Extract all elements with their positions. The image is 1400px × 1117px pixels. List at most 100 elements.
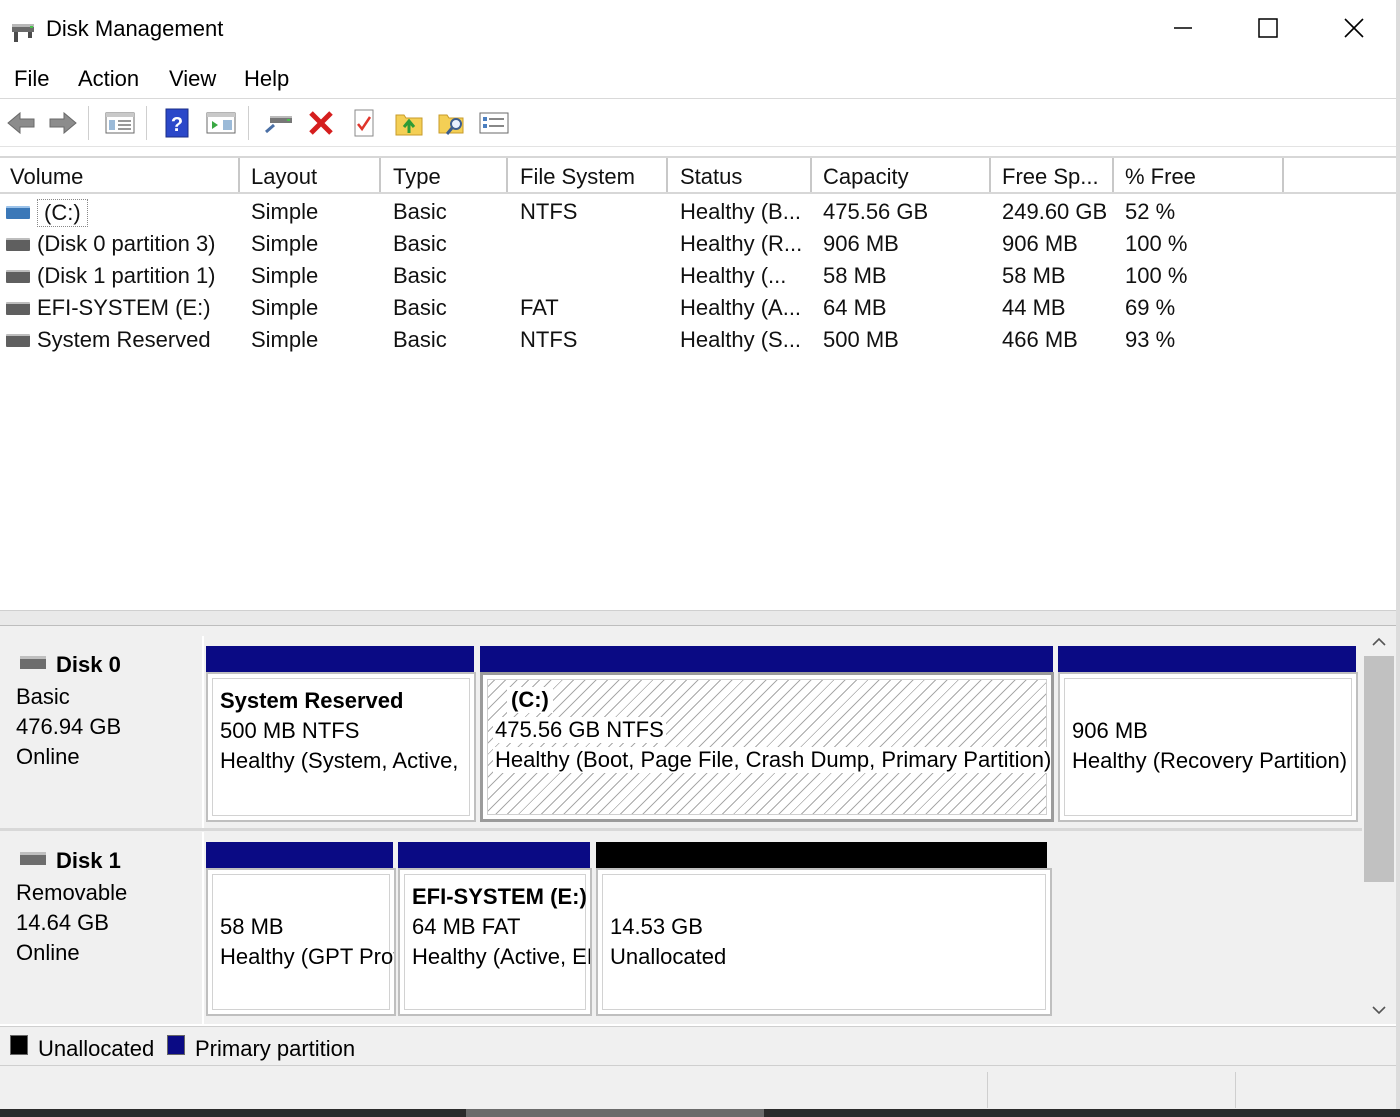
percent-free-cell: 100 % (1125, 263, 1188, 288)
settings-list-button[interactable] (477, 106, 511, 140)
legend-label: Unallocated (38, 1036, 155, 1061)
column-header-layout[interactable]: Layout (251, 164, 317, 190)
maximize-button[interactable] (1225, 0, 1311, 56)
menu-help[interactable]: Help (244, 66, 289, 92)
layout-cell: Simple (251, 295, 319, 320)
disk-management-app-icon (10, 16, 38, 44)
partition-size: 906 MB (1072, 718, 1148, 743)
capacity-cell: 500 MB (823, 327, 899, 352)
table-row[interactable]: System Reserved Simple Basic NTFS Health… (0, 324, 1396, 356)
disk-size: 14.64 GB (16, 910, 109, 935)
status-separator (1235, 1072, 1236, 1108)
free-space-cell: 58 MB (1002, 263, 1066, 288)
horizontal-scrollbar[interactable] (0, 1109, 1400, 1117)
disk-type: Removable (16, 880, 128, 905)
volume-name: (C:) (37, 199, 88, 227)
partition-gpt-protective[interactable]: 58 MB Healthy (GPT Protective Partition) (206, 868, 396, 1016)
type-cell: Basic (393, 327, 447, 352)
table-row[interactable]: (C:) Simple Basic NTFS Healthy (B... 475… (0, 196, 1396, 228)
column-divider[interactable] (1282, 158, 1284, 192)
up-folder-button[interactable] (392, 106, 426, 140)
column-header-percent-free[interactable]: % Free (1125, 164, 1196, 190)
legend-label: Primary partition (195, 1036, 356, 1061)
settings-list-icon (479, 112, 509, 134)
percent-free-cell: 69 % (1125, 295, 1176, 320)
partition-c-drive[interactable]: (C:) 475.56 GB NTFS Healthy (Boot, Page … (480, 672, 1054, 822)
partition-color-bar (398, 842, 590, 868)
scrollbar-thumb[interactable] (466, 1109, 764, 1117)
disk-0-info[interactable]: Disk 0 Basic 476.94 GB Online (0, 636, 204, 828)
scroll-up-icon[interactable] (1362, 630, 1396, 654)
volume-icon (6, 334, 30, 347)
partition-status: Healthy (GPT Protective Partition) (220, 944, 394, 969)
connect-disk-button[interactable] (262, 106, 296, 140)
pane-splitter[interactable] (0, 610, 1396, 627)
column-divider[interactable] (666, 158, 668, 192)
disk-1-info[interactable]: Disk 1 Removable 14.64 GB Online (0, 832, 204, 1024)
minimize-button[interactable] (1140, 0, 1226, 56)
title-bar: Disk Management (0, 0, 1400, 58)
column-divider[interactable] (238, 158, 240, 192)
column-divider[interactable] (989, 158, 991, 192)
volume-list: Volume Layout Type File System Status Ca… (0, 156, 1396, 610)
table-row[interactable]: EFI-SYSTEM (E:) Simple Basic FAT Healthy… (0, 292, 1396, 324)
scrollbar-thumb[interactable] (1364, 656, 1394, 882)
back-button[interactable] (4, 106, 38, 140)
partition-color-bar (1058, 646, 1356, 672)
free-space-cell: 44 MB (1002, 295, 1066, 320)
menu-view[interactable]: View (169, 66, 216, 92)
window-title: Disk Management (46, 16, 224, 41)
capacity-cell: 58 MB (823, 263, 887, 288)
delete-button[interactable] (304, 106, 338, 140)
status-cell: Healthy (B... (680, 199, 802, 224)
disk-type: Basic (16, 684, 70, 709)
column-header-file-system[interactable]: File System (520, 164, 635, 190)
status-cell: Healthy (R... (680, 231, 803, 256)
show-hide-action-pane-button[interactable] (204, 106, 238, 140)
help-button[interactable]: ? (160, 106, 194, 140)
column-divider[interactable] (1112, 158, 1114, 192)
partition-size: 14.53 GB (610, 914, 703, 939)
partition-color-bar (206, 646, 474, 672)
partition-efi-system[interactable]: EFI-SYSTEM (E:) 64 MB FAT Healthy (Activ… (398, 868, 592, 1016)
partition-recovery[interactable]: 906 MB Healthy (Recovery Partition) (1058, 672, 1358, 822)
open-folder-icon (395, 114, 423, 136)
status-cell: Healthy (A... (680, 295, 802, 320)
table-row[interactable]: (Disk 1 partition 1) Simple Basic Health… (0, 260, 1396, 292)
disk-status: Online (16, 744, 80, 769)
free-space-cell: 466 MB (1002, 327, 1078, 352)
vertical-scrollbar[interactable] (1362, 626, 1396, 1024)
back-icon (7, 111, 35, 135)
menu-bar: File Action View Help (0, 60, 1398, 99)
column-header-type[interactable]: Type (393, 164, 441, 190)
column-divider[interactable] (810, 158, 812, 192)
partition-unallocated[interactable]: 14.53 GB Unallocated (596, 868, 1052, 1016)
disk-icon (20, 656, 46, 669)
partition-system-reserved[interactable]: System Reserved 500 MB NTFS Healthy (Sys… (206, 672, 476, 822)
column-header-free-space[interactable]: Free Sp... (1002, 164, 1099, 190)
disk-name: Disk 0 (56, 652, 121, 677)
status-bar (0, 1066, 1396, 1110)
column-header-capacity[interactable]: Capacity (823, 164, 909, 190)
maximize-icon (1258, 18, 1278, 38)
table-row[interactable]: (Disk 0 partition 3) Simple Basic Health… (0, 228, 1396, 260)
status-separator (987, 1072, 988, 1108)
column-divider[interactable] (379, 158, 381, 192)
toolbar: ? (0, 100, 1398, 147)
show-hide-console-tree-button[interactable] (103, 106, 137, 140)
close-icon (1344, 18, 1364, 38)
explore-button[interactable] (435, 106, 469, 140)
properties-button[interactable] (347, 106, 381, 140)
scroll-down-icon[interactable] (1362, 998, 1396, 1022)
close-button[interactable] (1311, 0, 1397, 56)
column-header-volume[interactable]: Volume (10, 164, 83, 190)
menu-action[interactable]: Action (78, 66, 139, 92)
forward-button[interactable] (46, 106, 80, 140)
partition-status: Healthy (Active, EFI System Partition) (412, 944, 590, 969)
partition-status: Healthy (System, Active, (220, 748, 459, 773)
menu-file[interactable]: File (14, 66, 49, 92)
layout-cell: Simple (251, 263, 319, 288)
layout-cell: Simple (251, 199, 319, 224)
column-header-status[interactable]: Status (680, 164, 742, 190)
column-divider[interactable] (506, 158, 508, 192)
